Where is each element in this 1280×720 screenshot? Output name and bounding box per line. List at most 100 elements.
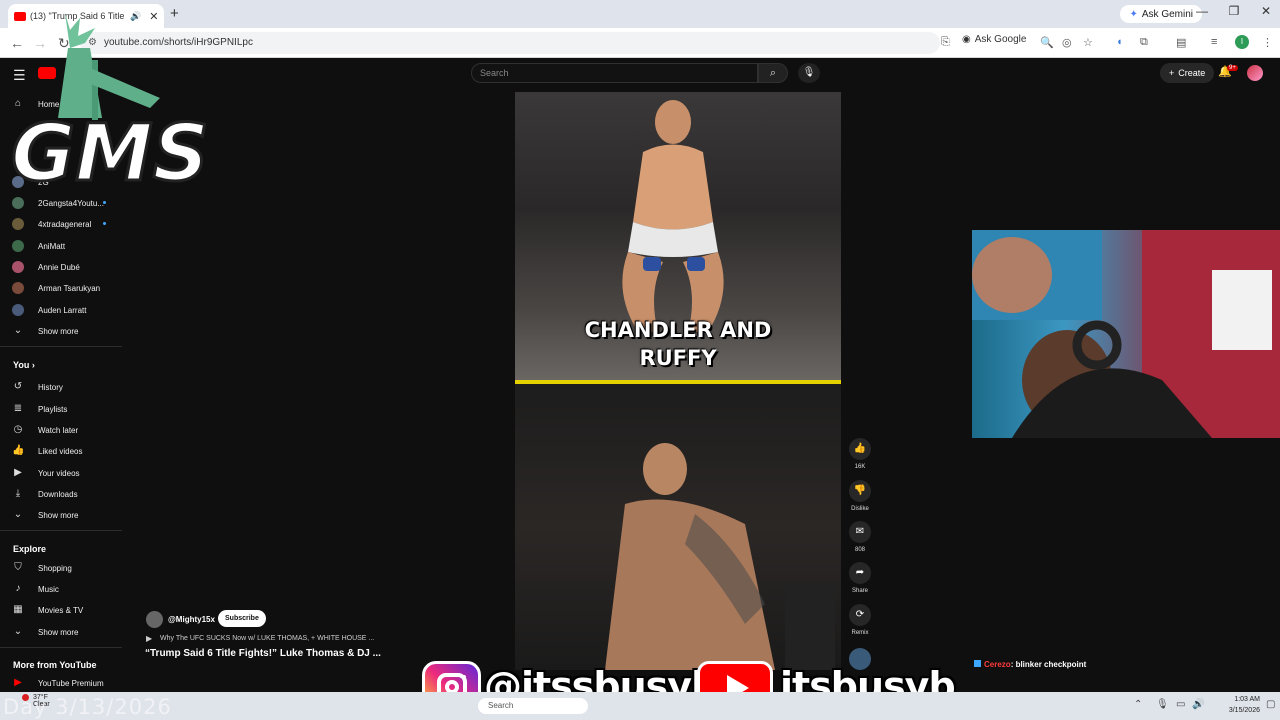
sidebar-subscription[interactable]: Auden Larratt [0,300,122,320]
you-header-label: You [13,360,30,370]
taskbar-search-label: Search [488,701,514,710]
taskbar-clock[interactable]: 1:03 AM 3/15/2026 [1210,694,1260,716]
like-button[interactable]: 👍 16K [848,438,872,470]
side-panel-icon[interactable]: ▤ [1176,36,1186,49]
account-avatar[interactable] [1247,65,1263,81]
thumbs-down-icon: 👎 [849,480,871,502]
subscription-label: 4xtradageneral [38,219,92,229]
create-label: Create [1178,68,1206,78]
video-caption: CHANDLER AND RUFFY [515,316,841,372]
thumbs-up-icon: 👍 [12,445,25,456]
sidebar-item-shopping[interactable]: ⛉ Shopping [0,558,122,578]
notification-count-badge: 9+ [1227,65,1238,71]
sidebar-item-label: YouTube Premium [38,678,104,688]
show-more-you[interactable]: ⌄ Show more [0,505,122,525]
windows-taskbar: 37°F Clear Search ⌃ 🎙 ▭ 🔊 1:03 AM 3/15/2… [0,692,1280,720]
sidebar-subscription[interactable]: Annie Dubé [0,257,122,277]
subscription-label: AniMatt [38,241,66,251]
your-videos-icon: ▶ [14,467,22,478]
share-button[interactable]: ➦ Share [848,562,872,594]
notification-center-icon[interactable]: ▢ [1266,699,1275,710]
history-icon: ↺ [13,381,23,392]
sidebar-item-downloads[interactable]: ⤓ Downloads [0,484,122,504]
minimize-window-icon[interactable]: — [1190,4,1214,18]
channel-avatar [12,218,24,230]
sidebar-subscription[interactable]: AniMatt [0,236,122,256]
download-icon: ⤓ [15,488,21,499]
extensions-icon[interactable]: ⧉ [1140,36,1148,49]
channel-avatar[interactable] [146,611,163,628]
search-input[interactable]: Search [471,63,758,83]
sidebar-item-label: Shopping [38,563,72,573]
you-section-header[interactable]: You › [13,360,35,370]
clock-icon: ◷ [13,424,23,435]
voice-extension-icon[interactable]: ◖ [1116,36,1123,48]
youtube-premium-icon: ▶ [14,677,22,688]
sidebar-item-label: Your videos [38,468,80,478]
sidebar-item-your-videos[interactable]: ▶ Your videos [0,463,122,483]
shorts-video-player[interactable]: CHANDLER AND RUFFY [515,92,841,670]
maximize-window-icon[interactable]: ❐ [1222,4,1246,18]
chevron-down-icon: ⌄ [13,325,23,336]
caption-line-2: RUFFY [639,346,717,370]
sidebar-item-history[interactable]: ↺ History [0,377,122,397]
profile-avatar[interactable]: I [1235,35,1249,49]
chrome-menu-icon[interactable]: ⋮ [1262,36,1273,49]
microphone-tray-icon[interactable]: 🎙 [1156,699,1169,710]
create-button[interactable]: + Create [1160,63,1215,83]
chat-username: Cerezo [984,660,1011,669]
subscription-label: Auden Larratt [38,305,87,315]
install-app-icon[interactable]: ⎘ [941,36,950,49]
network-icon[interactable]: ▭ [1176,699,1185,710]
chat-badge-icon [974,660,981,667]
channel-avatar [12,261,24,273]
ask-google-button[interactable]: ◉ Ask Google [962,34,1026,45]
sidebar-item-watch-later[interactable]: ◷ Watch later [0,420,122,440]
sidebar-subscription[interactable]: Arman Tsarukyan [0,278,122,298]
channel-name[interactable]: @Mighty15x [168,615,215,624]
plus-icon: + [1169,68,1175,78]
share-label: Share [851,588,868,594]
sidebar-item-label: Watch later [38,425,79,435]
shopping-bag-icon: ⛉ [14,562,22,573]
volume-icon[interactable]: 🔊 [1192,699,1204,710]
divider [0,346,122,347]
sidebar-item-label: Music [38,584,59,594]
sidebar-item-liked-videos[interactable]: 👍 Liked videos [0,441,122,461]
search-button[interactable]: ⌕ [758,63,788,83]
show-more-explore[interactable]: ⌄ Show more [0,622,122,642]
sidebar-item-movies[interactable]: ▦ Movies & TV [0,600,122,620]
caption-line-1: CHANDLER AND [584,318,772,342]
clock-date: 3/15/2026 [1228,707,1260,714]
sidebar-item-youtube-premium[interactable]: ▶ YouTube Premium [0,673,122,693]
voice-search-button[interactable]: 🎙 [798,63,820,83]
short-title[interactable]: “Trump Said 6 Title Fights!” Luke Thomas… [145,648,381,659]
related-video-link[interactable]: Why The UFC SUCKS Now w/ LUKE THOMAS, + … [160,635,374,642]
play-icon: ▶ [146,634,153,643]
show-hidden-icons-icon[interactable]: ⌃ [1134,699,1142,710]
share-arrow-icon: ➦ [849,562,871,584]
tracking-protection-icon[interactable]: ◎ [1062,36,1072,49]
sidebar-item-music[interactable]: ♪ Music [0,579,122,599]
show-more-subscriptions[interactable]: ⌄ Show more [0,321,122,341]
comments-button[interactable]: ✉ 808 [848,521,872,553]
sidebar-item-label: Playlists [38,404,68,414]
close-window-icon[interactable]: ✕ [1254,4,1278,18]
zoom-icon[interactable]: 🔍 [1040,36,1054,49]
live-dot [103,201,106,204]
taskbar-search[interactable]: Search [478,698,588,714]
webcam-scene [972,230,1280,438]
lens-icon: ◉ [962,34,971,45]
sidebar-item-playlists[interactable]: ≣ Playlists [0,399,122,419]
remix-button[interactable]: ⟳ Remix [848,604,872,636]
ask-google-label: Ask Google [974,34,1027,45]
media-control-icon[interactable]: ≡ [1211,36,1217,48]
sidebar-subscription[interactable]: 4xtradageneral [0,214,122,234]
subscribe-button[interactable]: Subscribe [218,610,266,627]
gemini-sparkle-icon: ✦ [1129,8,1138,20]
search-placeholder: Search [480,68,509,78]
dislike-button[interactable]: 👎 Dislike [848,480,872,512]
sidebar-item-label: Downloads [38,489,78,499]
music-note-icon: ♪ [15,583,21,594]
bookmark-star-icon[interactable]: ☆ [1083,36,1093,49]
